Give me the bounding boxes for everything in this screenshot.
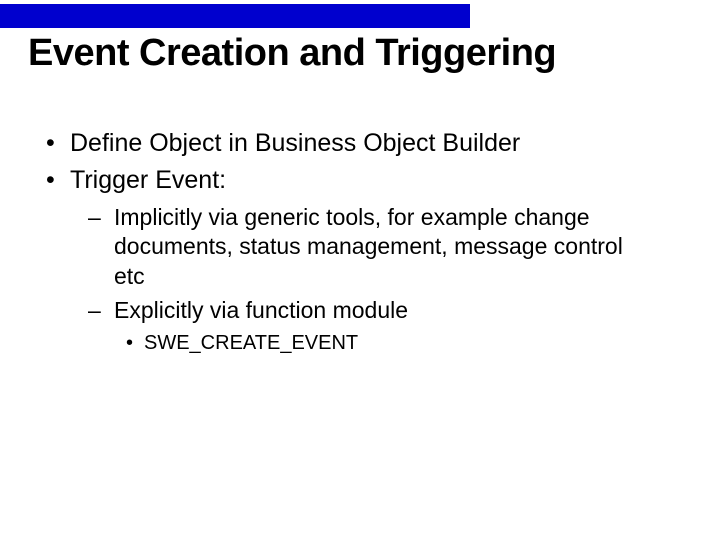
sub-list: – Implicitly via generic tools, for exam… (88, 203, 680, 357)
bullet-icon: • (126, 330, 136, 356)
bullet-text: Implicitly via generic tools, for exampl… (114, 203, 624, 293)
list-item: • Trigger Event: (46, 165, 680, 196)
bullet-text: Define Object in Business Object Builder (70, 128, 520, 159)
list-item: – Implicitly via generic tools, for exam… (88, 203, 680, 293)
list-item: • Define Object in Business Object Build… (46, 128, 680, 159)
bullet-icon: • (46, 165, 60, 196)
bullet-text: Explicitly via function module (114, 296, 408, 326)
bullet-text: SWE_CREATE_EVENT (144, 330, 358, 356)
sub-sub-list: • SWE_CREATE_EVENT (126, 330, 680, 356)
bullet-text: Trigger Event: (70, 165, 226, 196)
header-bar (0, 4, 470, 28)
bullet-icon: • (46, 128, 60, 159)
list-item: • SWE_CREATE_EVENT (126, 330, 680, 356)
slide-content: • Define Object in Business Object Build… (46, 128, 680, 356)
slide-title: Event Creation and Triggering (28, 32, 556, 75)
dash-icon: – (88, 203, 104, 293)
list-item: – Explicitly via function module (88, 296, 680, 326)
dash-icon: – (88, 296, 104, 326)
